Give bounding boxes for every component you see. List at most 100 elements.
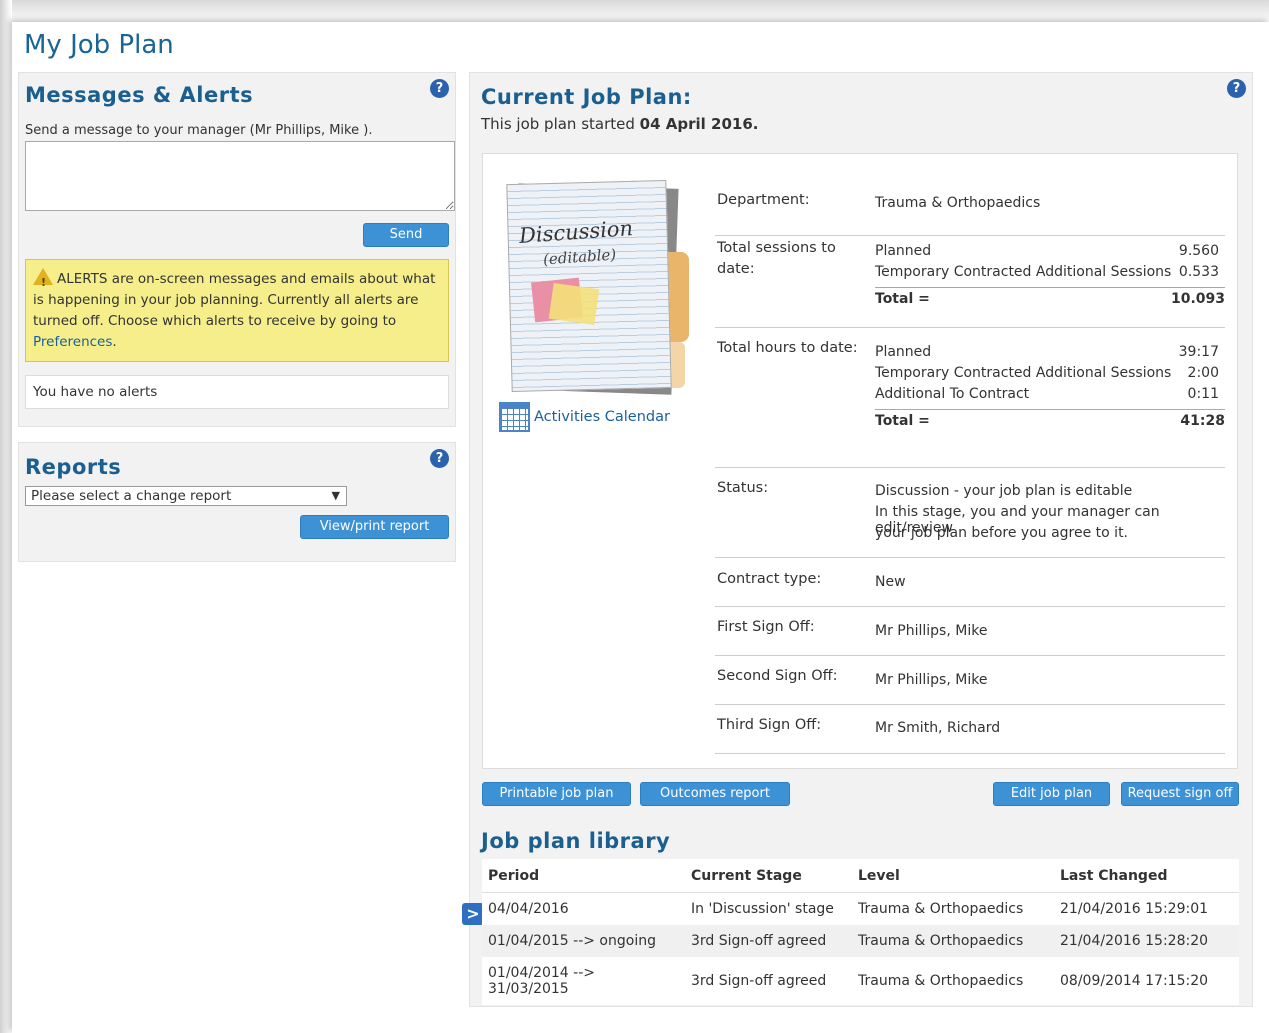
- sessions-planned-label: Planned: [875, 243, 932, 259]
- status-note-line2: your job plan before you agree to it.: [875, 525, 1129, 541]
- first-signoff-link[interactable]: Mr Phillips, Mike: [875, 623, 987, 639]
- edit-job-plan-button[interactable]: Edit job plan: [993, 782, 1110, 806]
- help-icon[interactable]: ?: [1227, 79, 1246, 98]
- sessions-temporary-label: Temporary Contracted Additional Sessions: [875, 264, 1172, 280]
- hours-total-value: 41:28: [1180, 413, 1225, 429]
- job-plan-library-table: Period Current Stage Level Last Changed …: [482, 859, 1239, 1005]
- alerts-info-text: ALERTS are on-screen messages and emails…: [33, 271, 436, 329]
- cell-level: Trauma & Orthopaedics: [852, 957, 1054, 1005]
- message-textarea[interactable]: [25, 141, 455, 211]
- cell-last-changed: 21/04/2016 15:28:20: [1054, 925, 1239, 957]
- column-header-level[interactable]: Level: [852, 859, 1054, 893]
- hours-planned-value: 39:17: [1178, 344, 1219, 360]
- window-frame-left: [0, 0, 12, 1033]
- reports-panel: Reports ? Please select a change report …: [18, 442, 456, 562]
- request-sign-off-button[interactable]: Request sign off: [1121, 782, 1239, 806]
- hours-total-row: Total = 41:28: [875, 409, 1225, 429]
- hours-temporary-value: 2:00: [1187, 365, 1219, 381]
- sessions-planned-row: Planned 9.560: [875, 243, 1221, 259]
- activities-calendar-link[interactable]: Activities Calendar: [534, 409, 670, 425]
- sessions-temporary-row: Temporary Contracted Additional Sessions…: [875, 264, 1221, 280]
- status-label: Status:: [717, 480, 769, 496]
- warning-icon: !: [33, 268, 53, 289]
- third-signoff-label: Third Sign Off:: [717, 717, 822, 733]
- activities-calendar-link-row[interactable]: Activities Calendar: [499, 402, 670, 432]
- plan-started-prefix: This job plan started: [481, 115, 640, 133]
- send-message-label: Send a message to your manager (Mr Phill…: [25, 123, 373, 138]
- outcomes-report-button[interactable]: Outcomes report: [640, 782, 790, 806]
- page-title: My Job Plan: [24, 30, 174, 60]
- no-alerts-text: You have no alerts: [25, 375, 449, 409]
- column-header-last-changed[interactable]: Last Changed: [1054, 859, 1239, 893]
- page: My Job Plan Messages & Alerts ? Send a m…: [12, 22, 1269, 1033]
- current-job-plan-title: Current Job Plan:: [481, 85, 692, 109]
- table-row[interactable]: 01/04/2014 --> 31/03/2015 3rd Sign-off a…: [482, 957, 1239, 1005]
- cell-period: 01/04/2014 --> 31/03/2015: [482, 957, 685, 1005]
- hours-additional-value: 0:11: [1187, 386, 1219, 402]
- table-header-row: Period Current Stage Level Last Changed: [482, 859, 1239, 893]
- send-button[interactable]: Send: [363, 223, 449, 247]
- third-signoff-link[interactable]: Mr Smith, Richard: [875, 720, 1000, 736]
- job-plan-details: Discussion (editable) Activities Calenda…: [482, 153, 1238, 769]
- change-report-select[interactable]: Please select a change report ▼: [25, 486, 347, 506]
- status-value: Discussion - your job plan is editable: [875, 483, 1133, 499]
- current-job-plan-panel: Current Job Plan: ? This job plan starte…: [462, 72, 1253, 1007]
- view-print-report-button[interactable]: View/print report: [300, 515, 449, 539]
- reports-title: Reports: [25, 455, 122, 479]
- selected-row-arrow-icon: >: [462, 903, 484, 925]
- second-signoff-row: Second Sign Off: Mr Phillips, Mike: [715, 656, 1225, 705]
- help-icon[interactable]: ?: [430, 449, 449, 468]
- cell-last-changed: 21/04/2016 15:29:01: [1054, 892, 1239, 925]
- cell-level: Trauma & Orthopaedics: [852, 892, 1054, 925]
- plan-started-text: This job plan started 04 April 2016.: [481, 115, 758, 133]
- preferences-link[interactable]: Preferences: [33, 334, 112, 350]
- cell-current-stage: In 'Discussion' stage: [685, 892, 852, 925]
- window-frame-top: [0, 0, 1269, 22]
- alerts-info-suffix: .: [112, 334, 117, 350]
- hours-label: Total hours to date:: [717, 340, 858, 356]
- sessions-total-row: Total = 10.093: [875, 287, 1225, 307]
- messages-alerts-title: Messages & Alerts: [25, 83, 254, 107]
- help-icon[interactable]: ?: [430, 79, 449, 98]
- second-signoff-label: Second Sign Off:: [717, 668, 838, 684]
- cell-period: 01/04/2015 --> ongoing: [482, 925, 685, 957]
- cell-current-stage: 3rd Sign-off agreed: [685, 925, 852, 957]
- status-row: Status: Discussion - your job plan is ed…: [715, 468, 1225, 558]
- cell-current-stage: 3rd Sign-off agreed: [685, 957, 852, 1005]
- department-value: Trauma & Orthopaedics: [875, 195, 1041, 211]
- second-signoff-link[interactable]: Mr Phillips, Mike: [875, 672, 987, 688]
- plan-started-date: 04 April 2016.: [639, 115, 759, 133]
- first-signoff-row: First Sign Off: Mr Phillips, Mike: [715, 607, 1225, 656]
- dropdown-arrow-icon: ▼: [331, 489, 340, 502]
- third-signoff-row: Third Sign Off: Mr Smith, Richard: [715, 705, 1225, 754]
- contract-type-row: Contract type: New: [715, 558, 1225, 607]
- discussion-notebook-image: Discussion (editable): [506, 179, 689, 395]
- sessions-total-value: 10.093: [1170, 291, 1225, 307]
- first-signoff-label: First Sign Off:: [717, 619, 815, 635]
- hours-planned-row: Planned 39:17: [875, 344, 1221, 360]
- sessions-label-line1: Total sessions to: [717, 240, 836, 256]
- table-row[interactable]: 01/04/2015 --> ongoing 3rd Sign-off agre…: [482, 925, 1239, 957]
- hours-temporary-label: Temporary Contracted Additional Sessions: [875, 365, 1172, 381]
- column-header-current-stage[interactable]: Current Stage: [685, 859, 852, 893]
- column-header-period[interactable]: Period: [482, 859, 685, 893]
- contract-type-value: New: [875, 574, 906, 590]
- change-report-select-value: Please select a change report: [31, 488, 232, 504]
- job-plan-library-title: Job plan library: [481, 829, 671, 853]
- cell-last-changed: 08/09/2014 17:15:20: [1054, 957, 1239, 1005]
- department-label: Department:: [717, 192, 810, 208]
- sessions-total-label: Total =: [875, 291, 930, 307]
- printable-job-plan-button[interactable]: Printable job plan: [482, 782, 631, 806]
- alerts-info-box: ! ALERTS are on-screen messages and email…: [25, 259, 449, 362]
- table-row[interactable]: 04/04/2016 In 'Discussion' stage Trauma …: [482, 892, 1239, 925]
- hours-additional-label: Additional To Contract: [875, 386, 1030, 402]
- contract-type-label: Contract type:: [717, 571, 822, 587]
- department-row: Department: Trauma & Orthopaedics: [715, 188, 1225, 236]
- cell-level: Trauma & Orthopaedics: [852, 925, 1054, 957]
- hours-row: Total hours to date: Planned 39:17 Tempo…: [715, 328, 1225, 468]
- cell-period: 04/04/2016: [482, 892, 685, 925]
- sessions-temporary-value: 0.533: [1178, 264, 1219, 280]
- calendar-icon[interactable]: [499, 402, 530, 432]
- sessions-row: Total sessions to date: Planned 9.560 Te…: [715, 236, 1225, 328]
- hours-additional-row: Additional To Contract 0:11: [875, 386, 1221, 402]
